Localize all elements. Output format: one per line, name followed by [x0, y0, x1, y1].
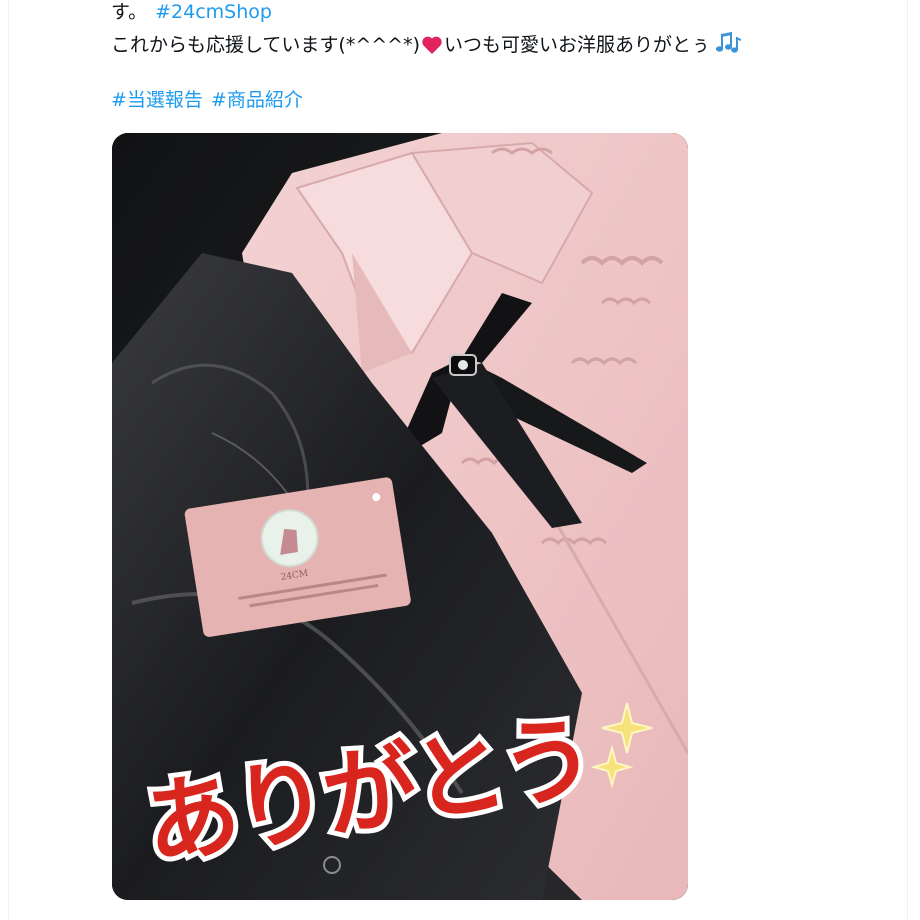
- tweet-text-line-2: これからも応援しています(*^^^*) いつも可愛いお洋服ありがとぅ: [111, 31, 742, 61]
- timeline-border-left: [8, 0, 9, 920]
- tweet-text-segment: これからも応援しています(*^^^*): [111, 34, 421, 56]
- hashtag-winning-report-link[interactable]: #当選報告: [111, 89, 203, 111]
- hashtag-product-intro-link[interactable]: #商品紹介: [211, 89, 303, 111]
- heart-emoji-icon: [421, 35, 443, 61]
- music-notes-icon: [714, 31, 742, 61]
- tweet-hashtags-line: #当選報告 #商品紹介: [111, 88, 303, 112]
- timeline-border-right: [907, 0, 908, 920]
- tweet-photo[interactable]: 24CM ありがとう: [112, 133, 688, 900]
- tweet-text-line-1: す。 #24cmShop: [111, 0, 272, 24]
- photo-illustration: 24CM ありがとう: [112, 133, 688, 900]
- hashtag-24cmshop-link[interactable]: #24cmShop: [155, 1, 272, 23]
- tweet-text-segment: す。: [111, 1, 148, 23]
- tweet-text-segment: いつも可愛いお洋服ありがとぅ: [444, 34, 711, 56]
